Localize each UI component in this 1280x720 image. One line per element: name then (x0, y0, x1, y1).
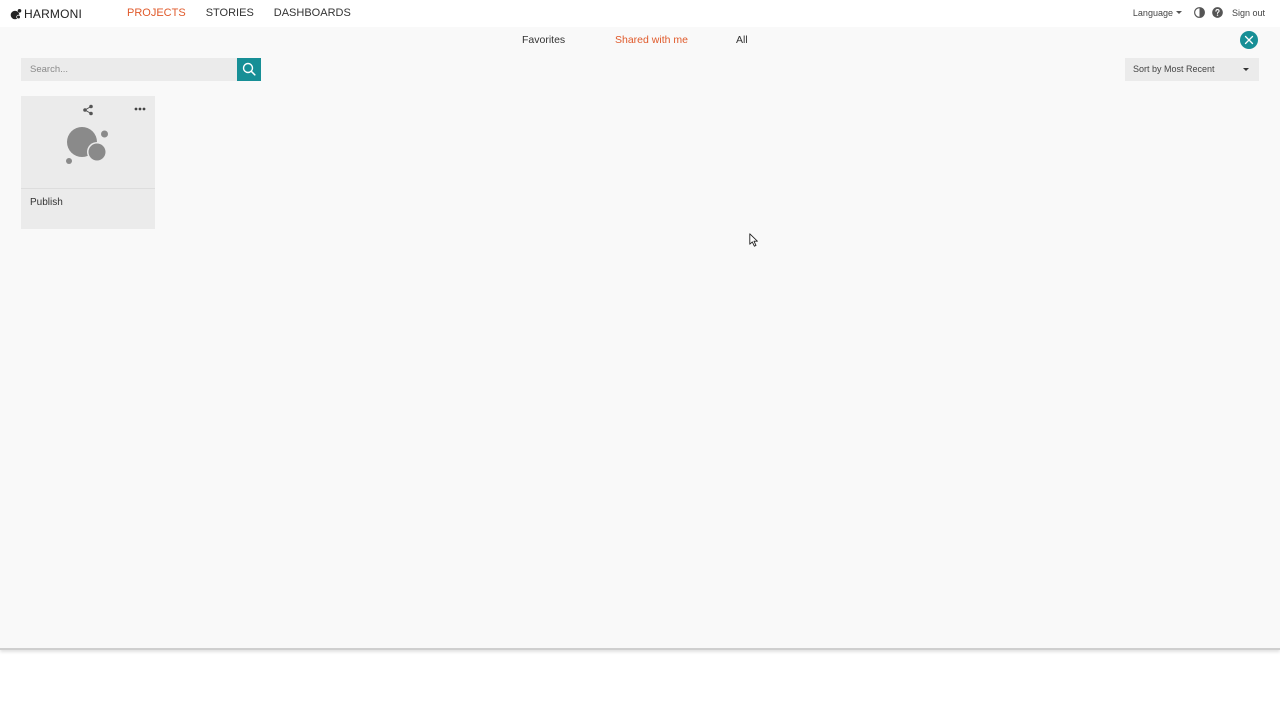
project-placeholder-icon (66, 127, 108, 164)
filter-tabs: Favorites Shared with me All (0, 27, 1280, 53)
nav-projects[interactable]: PROJECTS (127, 7, 186, 20)
signout-link[interactable]: Sign out (1232, 8, 1265, 18)
search-input[interactable] (21, 58, 237, 81)
brand[interactable]: HARMONI (10, 6, 82, 21)
tab-all[interactable]: All (736, 34, 748, 46)
project-card[interactable]: Publish (21, 96, 155, 229)
search-button[interactable] (237, 58, 261, 81)
harmoni-logo-icon (10, 8, 22, 19)
tab-shared-with-me[interactable]: Shared with me (615, 34, 688, 46)
project-thumbnail (21, 96, 155, 189)
top-right-controls: Language Sign out (1133, 7, 1265, 18)
close-button[interactable] (1240, 31, 1258, 49)
brand-name: HARMONI (24, 6, 83, 21)
contrast-icon[interactable] (1194, 7, 1205, 18)
sort-dropdown[interactable]: Sort by Most Recent (1125, 58, 1259, 81)
tab-favorites[interactable]: Favorites (522, 34, 565, 46)
help-icon[interactable] (1212, 7, 1223, 18)
sort-label: Sort by Most Recent (1133, 64, 1215, 74)
search-icon (242, 62, 256, 76)
close-icon (1244, 35, 1254, 45)
nav-dashboards[interactable]: DASHBOARDS (274, 7, 351, 20)
language-label: Language (1132, 7, 1173, 18)
mouse-cursor-icon (749, 233, 758, 247)
top-bar: HARMONI PROJECTS STORIES DASHBOARDS Lang… (0, 0, 1280, 27)
nav-stories[interactable]: STORIES (206, 7, 254, 20)
app-window: HARMONI PROJECTS STORIES DASHBOARDS Lang… (0, 0, 1280, 650)
share-icon[interactable] (82, 104, 94, 116)
chevron-down-icon (1243, 68, 1249, 71)
chevron-down-icon (1175, 11, 1182, 14)
language-dropdown[interactable]: Language (1133, 8, 1182, 18)
main-nav: PROJECTS STORIES DASHBOARDS (127, 7, 371, 20)
project-title: Publish (30, 197, 63, 208)
more-options-icon[interactable] (134, 107, 146, 111)
